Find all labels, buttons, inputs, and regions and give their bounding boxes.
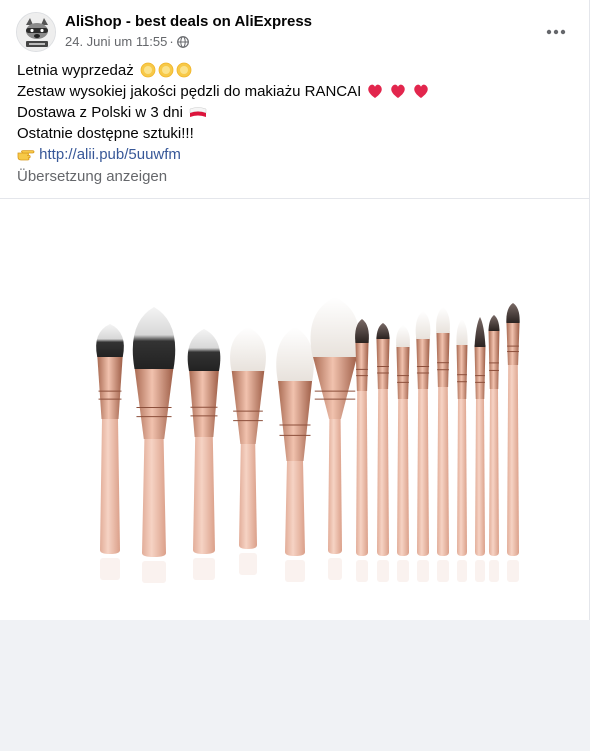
brush-7	[355, 319, 369, 582]
page-name[interactable]: AliShop - best deals on AliExpress	[65, 13, 312, 30]
makeup-brushes-image	[0, 199, 589, 620]
brush-8	[376, 323, 390, 582]
post-timestamp[interactable]: 24. Juni um 11:55	[65, 34, 167, 49]
post-image[interactable]	[0, 199, 589, 620]
post-meta: 24. Juni um 11:55 ·	[65, 34, 189, 51]
post-line-3-text: Dostawa z Polski w 3 dni	[17, 104, 183, 121]
raccoon-logo-icon	[17, 13, 55, 51]
more-options-button[interactable]	[542, 18, 570, 46]
globe-icon[interactable]	[176, 36, 189, 51]
brush-15	[506, 303, 520, 582]
poland-flag-icon	[189, 107, 207, 117]
post-text: Letnia wyprzedaż Zestaw wysokiej jakości…	[17, 60, 577, 165]
post-line-5: http://alii.pub/5uuwfm	[17, 144, 577, 165]
post-header: AliShop - best deals on AliExpress 24. J…	[16, 12, 576, 52]
post-link[interactable]: http://alii.pub/5uuwfm	[39, 146, 181, 163]
more-options-icon	[546, 29, 566, 35]
post-line-1: Letnia wyprzedaż	[17, 60, 577, 81]
translate-link[interactable]: Übersetzung anzeigen	[17, 168, 167, 185]
heart-emoji-icon	[368, 84, 429, 98]
brush-14	[488, 315, 500, 582]
page-avatar[interactable]	[16, 12, 56, 52]
post-line-1-text: Letnia wyprzedaż	[17, 62, 134, 79]
brush-11	[436, 307, 450, 582]
brush-13	[474, 317, 486, 582]
post-line-4: Ostatnie dostępne sztuki!!!	[17, 125, 194, 142]
meta-separator: ·	[169, 34, 174, 49]
brush-12	[456, 319, 468, 582]
sun-emoji-icon	[140, 62, 192, 78]
brush-9	[396, 325, 410, 582]
post-line-2-text: Zestaw wysokiej jakości pędzli do makiaż…	[17, 83, 362, 100]
pointing-hand-icon	[17, 150, 35, 161]
post-line-3: Dostawa z Polski w 3 dni	[17, 102, 577, 123]
brush-10	[415, 311, 431, 582]
post-card: AliShop - best deals on AliExpress 24. J…	[0, 0, 590, 620]
post-line-2: Zestaw wysokiej jakości pędzli do makiaż…	[17, 81, 577, 102]
